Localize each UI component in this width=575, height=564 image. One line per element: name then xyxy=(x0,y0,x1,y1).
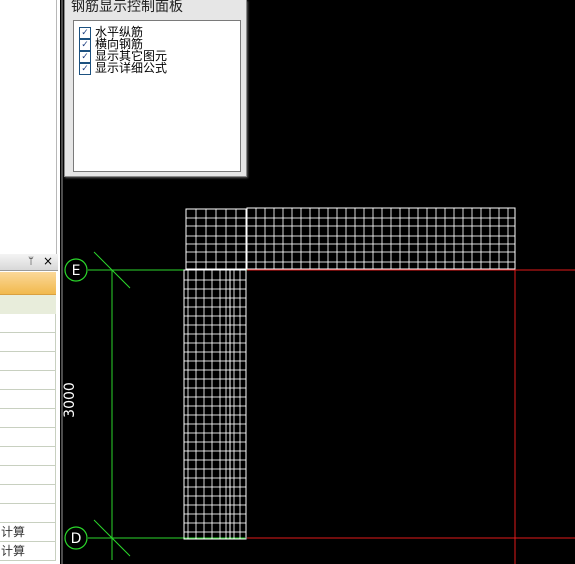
list-item[interactable] xyxy=(0,371,56,390)
axis-label-e: E xyxy=(72,263,81,279)
list-item[interactable] xyxy=(0,390,56,409)
rebar-mesh-beam[interactable] xyxy=(246,207,516,270)
list-item[interactable] xyxy=(0,466,56,485)
rebar-layer[interactable] xyxy=(183,207,516,540)
axis-bubble-d[interactable]: D xyxy=(64,526,88,550)
checkbox-list: ✓ 水平纵筋 ✓ 横向钢筋 ✓ 显示其它图元 ✓ 显示详细公式 xyxy=(73,20,241,172)
list-item[interactable] xyxy=(0,485,56,504)
close-icon[interactable]: × xyxy=(43,254,53,268)
checkbox-label: 显示详细公式 xyxy=(95,61,168,75)
rebar-mesh-column-side[interactable] xyxy=(229,269,247,540)
panel-title: 钢筋显示控制面板 xyxy=(71,0,183,15)
checkbox-box[interactable]: ✓ xyxy=(79,51,91,63)
left-side-panel: ᛘ × 计算 计算 xyxy=(0,0,60,564)
rebar-display-control-panel[interactable]: 钢筋显示控制面板 ✓ 水平纵筋 ✓ 横向钢筋 ✓ 显示其它图元 ✓ 显示详细公式 xyxy=(64,0,247,177)
checkbox-box[interactable]: ✓ xyxy=(79,27,91,39)
list-item[interactable] xyxy=(0,333,56,352)
dimension-text: 3000 xyxy=(62,382,78,418)
pane-header: ᛘ × xyxy=(0,254,58,271)
axis-bubble-e[interactable]: E xyxy=(64,258,88,282)
list-item[interactable] xyxy=(0,504,56,523)
calc-row-label[interactable]: 计算 xyxy=(0,523,56,542)
selected-row[interactable] xyxy=(0,272,56,295)
list-item[interactable] xyxy=(0,314,56,333)
header-row[interactable] xyxy=(0,295,56,315)
list-item[interactable] xyxy=(0,409,56,428)
checkbox-box[interactable]: ✓ xyxy=(79,63,91,75)
list-item[interactable] xyxy=(0,352,56,371)
checkbox-box[interactable]: ✓ xyxy=(79,39,91,51)
list-item[interactable] xyxy=(0,428,56,447)
calc-row-label[interactable]: 计算 xyxy=(0,542,56,561)
rebar-mesh-column[interactable] xyxy=(183,269,231,540)
axis-label-d: D xyxy=(71,531,82,547)
list-item[interactable] xyxy=(0,447,56,466)
left-upper-pane xyxy=(0,0,57,254)
pin-icon[interactable]: ᛘ xyxy=(28,255,34,268)
